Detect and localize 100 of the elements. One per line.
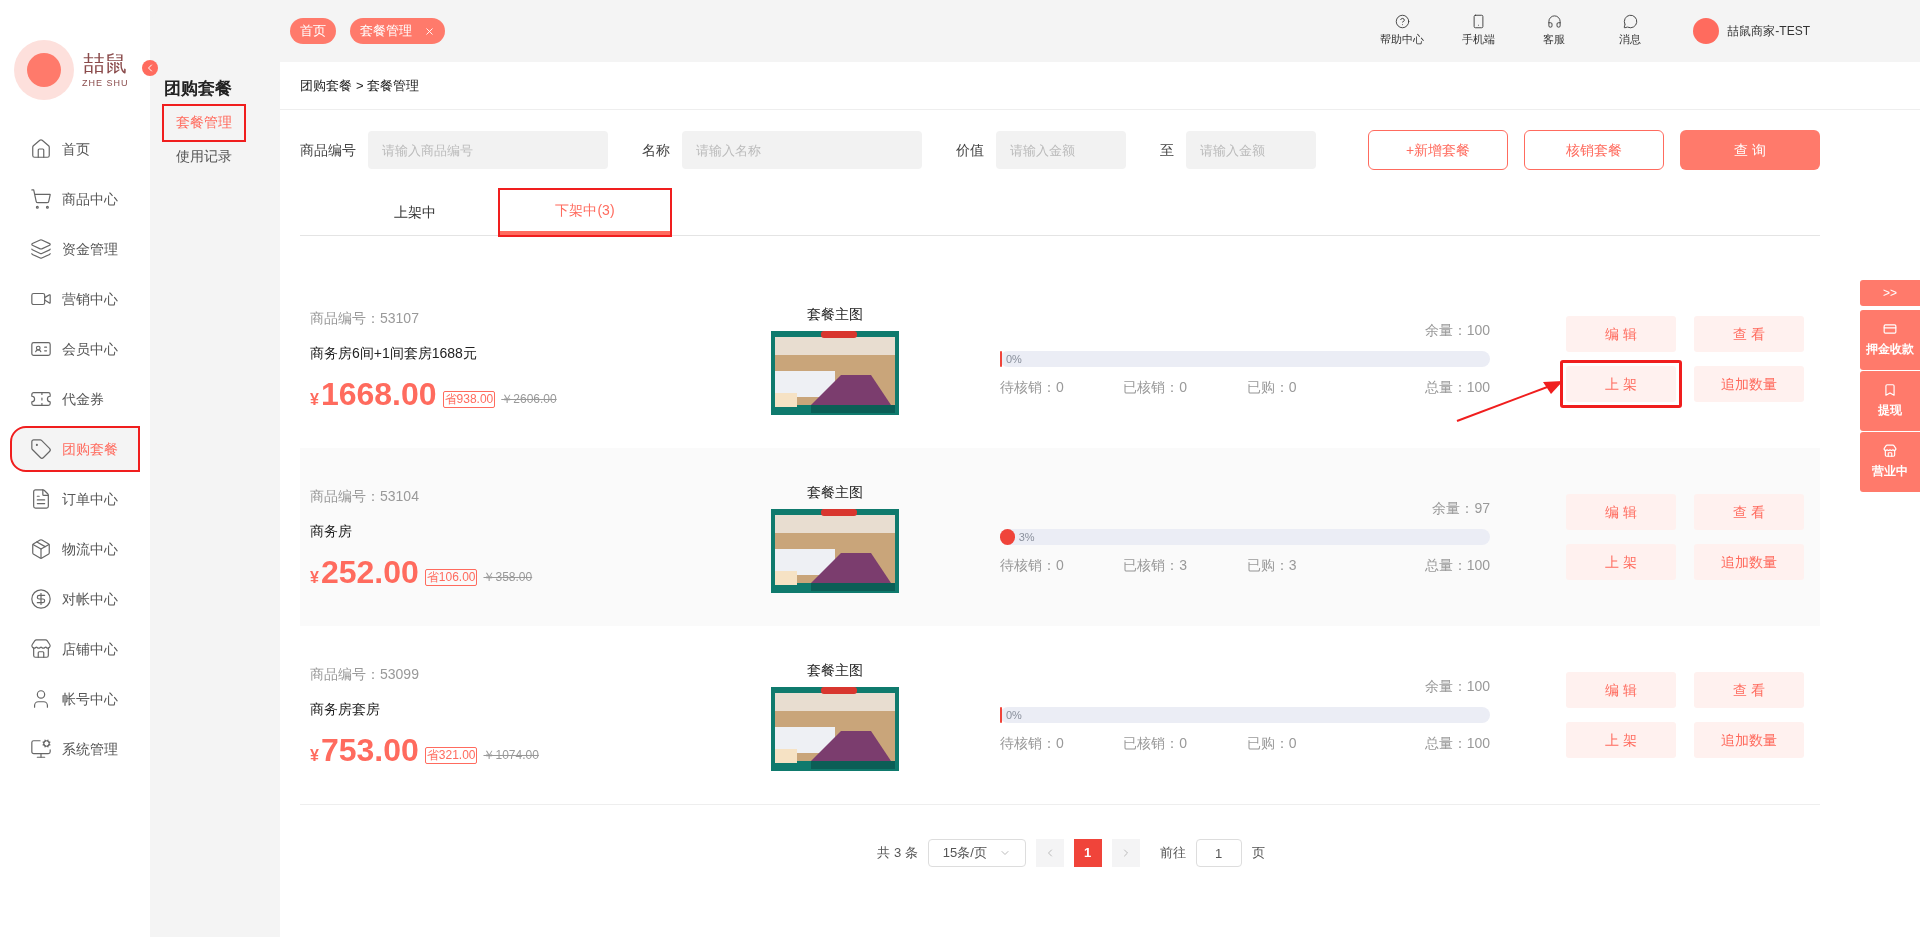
header-link-label: 客服: [1543, 32, 1566, 48]
saving-badge: 省106.00: [424, 569, 478, 586]
sidebar-item[interactable]: 营销中心: [12, 278, 138, 320]
remaining-quantity: 余量：100: [1424, 677, 1490, 696]
goto-label: 前往: [1159, 844, 1186, 863]
header-link[interactable]: 消息: [1599, 14, 1662, 48]
sidebar-item[interactable]: 系统管理: [12, 728, 138, 770]
page-button[interactable]: 1: [1073, 839, 1102, 867]
sidebar-item[interactable]: 订单中心: [12, 478, 138, 520]
status-tab[interactable]: 下架中(3): [500, 190, 670, 235]
breadcrumb-item[interactable]: 团购套餐: [300, 75, 352, 96]
sidebar-item[interactable]: 店铺中心: [12, 628, 138, 670]
page-size-select[interactable]: 15条/页: [927, 839, 1026, 867]
header-link-label: 消息: [1619, 32, 1642, 48]
cart-icon: [30, 188, 52, 210]
price: ¥252.00: [310, 556, 419, 588]
layers-icon: [30, 238, 52, 260]
original-price: ￥358.00: [483, 569, 533, 586]
page-tab-label: 首页: [300, 22, 326, 41]
action-button[interactable]: 核销套餐: [1524, 130, 1664, 170]
remaining-quantity: 余量：100: [1424, 321, 1490, 340]
price: ¥1668.00: [310, 378, 437, 410]
filter-label: 价值: [956, 140, 984, 160]
status-tab[interactable]: 上架中: [330, 190, 500, 235]
progress-percent: 0%: [1006, 708, 1022, 723]
sidebar-item[interactable]: 商品中心: [12, 178, 138, 220]
page-tab[interactable]: 套餐管理: [350, 18, 445, 44]
expand-button[interactable]: >>: [1860, 280, 1920, 306]
row-action-button[interactable]: 查 看: [1694, 316, 1804, 352]
page-tab[interactable]: 首页: [290, 18, 336, 44]
stat-text: 待核销：0: [1000, 556, 1065, 575]
stat-text: 总量：100: [1423, 378, 1490, 397]
row-action-button[interactable]: 编 辑: [1566, 494, 1676, 530]
filter-label: 至: [1160, 140, 1174, 160]
filter-label: 名称: [642, 140, 670, 160]
phone-icon: [1470, 14, 1486, 30]
sidebar-item[interactable]: 物流中心: [12, 528, 138, 570]
stat-text: 已核销：0: [1123, 734, 1189, 753]
breadcrumb-item: > 套餐管理: [356, 76, 420, 95]
submenu-item[interactable]: 套餐管理: [164, 105, 244, 140]
box-icon: [30, 538, 52, 560]
sidebar-item[interactable]: 代金券: [12, 378, 138, 420]
avatar-icon: [1693, 18, 1720, 44]
progress-percent: 3%: [1018, 530, 1035, 545]
stat-text: 待核销：0: [1000, 734, 1065, 753]
headset-icon: [1546, 14, 1562, 30]
card-icon: [1883, 322, 1897, 336]
page-tab-label: 套餐管理: [360, 22, 412, 41]
package-name: 商务房6间+1间套房1688元: [310, 344, 478, 363]
original-price: ￥1074.00: [483, 747, 539, 764]
action-button[interactable]: 查 询: [1680, 130, 1820, 170]
bookmark-icon: [1883, 383, 1897, 397]
filter-label: 商品编号: [300, 140, 356, 160]
stat-text: 总量：100: [1423, 734, 1490, 753]
product-code: 商品编号：53104: [310, 487, 420, 506]
float-menu-label: 押金收款: [1866, 341, 1914, 358]
row-action-button[interactable]: 查 看: [1694, 672, 1804, 708]
help-icon: [1394, 14, 1410, 30]
stat-text: 总量：100: [1423, 556, 1490, 575]
row-action-button[interactable]: 查 看: [1694, 494, 1804, 530]
row-action-button[interactable]: 上 架: [1566, 722, 1676, 758]
stat-text: 已核销：0: [1123, 378, 1189, 397]
stat-text: 已购：0: [1246, 734, 1298, 753]
sidebar-item[interactable]: 会员中心: [12, 328, 138, 370]
row-action-button[interactable]: 上 架: [1566, 544, 1676, 580]
row-action-button[interactable]: 编 辑: [1566, 672, 1676, 708]
sidebar-item[interactable]: 帐号中心: [12, 678, 138, 720]
float-menu-item[interactable]: 提现: [1860, 371, 1920, 431]
saving-badge: 省321.00: [424, 747, 478, 764]
header-link-label: 帮助中心: [1380, 32, 1425, 48]
sidebar-item[interactable]: 对帐中心: [12, 578, 138, 620]
original-price: ￥2606.00: [501, 391, 557, 408]
row-action-button[interactable]: 追加数量: [1694, 544, 1804, 580]
sidebar-item[interactable]: 首页: [12, 128, 138, 170]
row-action-button[interactable]: 追加数量: [1694, 722, 1804, 758]
header-link[interactable]: 帮助中心: [1371, 14, 1434, 48]
goto-suffix: 页: [1251, 844, 1265, 863]
float-menu-label: 提现: [1878, 402, 1902, 419]
float-menu-item[interactable]: 押金收款: [1860, 310, 1920, 370]
submenu-item[interactable]: 使用记录: [164, 139, 244, 174]
close-icon[interactable]: [424, 25, 435, 37]
total-count: 共 3 条: [877, 844, 918, 863]
row-action-button[interactable]: 编 辑: [1566, 316, 1676, 352]
header-link[interactable]: 客服: [1523, 14, 1586, 48]
header-link[interactable]: 手机端: [1447, 14, 1510, 48]
sidebar-item[interactable]: 资金管理: [12, 228, 138, 270]
row-action-button[interactable]: 上 架: [1566, 366, 1676, 402]
row-action-button[interactable]: 追加数量: [1694, 366, 1804, 402]
progress-percent: 0%: [1006, 352, 1022, 367]
sidebar-item[interactable]: 团购套餐: [12, 428, 138, 470]
page-input[interactable]: 1: [1195, 839, 1242, 867]
package-name: 商务房套房: [310, 700, 381, 719]
action-button[interactable]: +新增套餐: [1368, 130, 1508, 170]
logo-mark: 喆鼠: [83, 49, 128, 77]
user-name[interactable]: 喆鼠商家-TEST: [1727, 22, 1810, 40]
collapse-button[interactable]: [142, 60, 158, 76]
header-link-label: 手机端: [1461, 32, 1495, 48]
float-menu-item[interactable]: 营业中: [1860, 432, 1920, 492]
store-icon: [1883, 444, 1897, 458]
house-icon: [30, 138, 52, 160]
